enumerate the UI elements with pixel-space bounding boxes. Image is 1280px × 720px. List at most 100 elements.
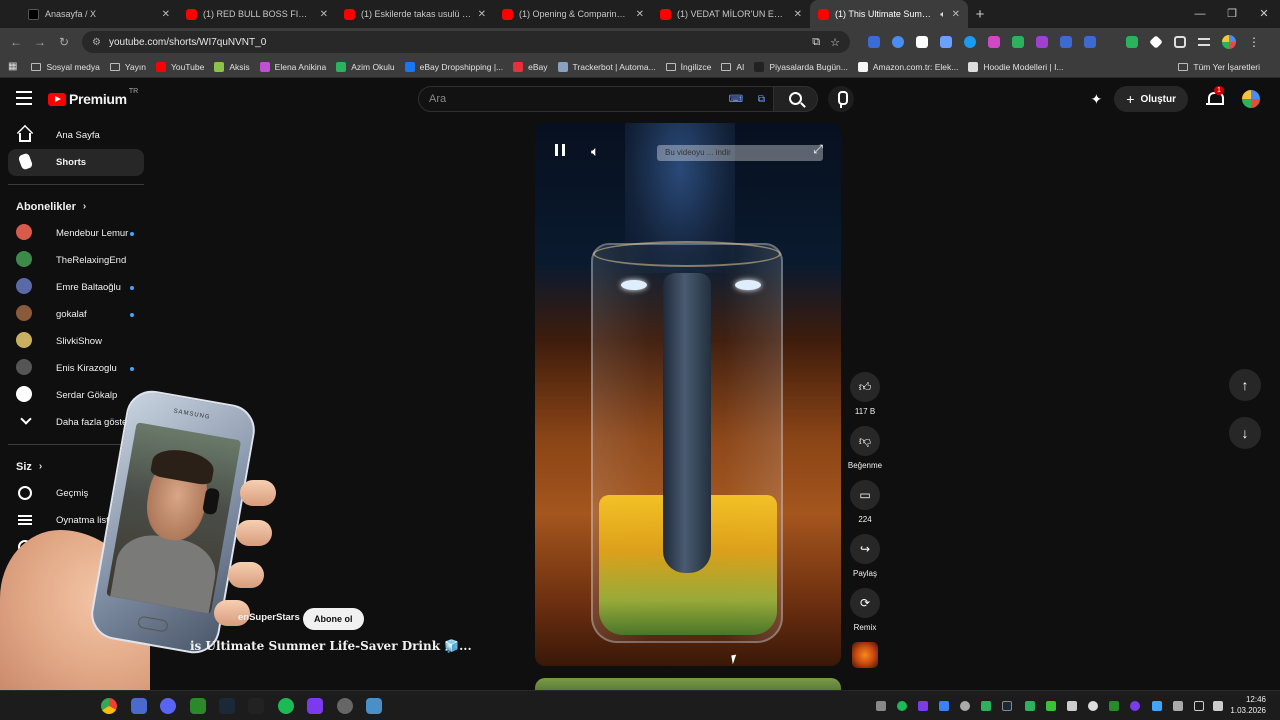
bookmark-item[interactable]: Trackerbot | Automa... xyxy=(557,61,656,72)
tray-icon[interactable] xyxy=(1067,701,1077,711)
search-button[interactable] xyxy=(774,86,818,112)
xbox-taskbar-icon[interactable] xyxy=(190,698,206,714)
bookmark-item[interactable]: Yayın xyxy=(109,62,146,72)
browser-tab[interactable]: (1) RED BULL BOSS FIGHT: ŞİM ✕ xyxy=(178,0,336,28)
app-taskbar-icon[interactable] xyxy=(131,698,147,714)
all-bookmarks-folder[interactable]: Tüm Yer İşaretleri xyxy=(1178,62,1260,72)
comment-icon[interactable]: ▭ xyxy=(850,480,880,510)
extensions-puzzle-icon[interactable] xyxy=(1174,36,1186,48)
url-bar[interactable]: ⚙ youtube.com/shorts/WI7quNVNT_0 ⧉ ☆ xyxy=(82,31,850,53)
browser-tab[interactable]: (1) Eskilerde takas usulü - YouT ✕ xyxy=(336,0,494,28)
tray-icon[interactable] xyxy=(1025,701,1035,711)
reload-button[interactable]: ↻ xyxy=(52,35,76,49)
youtube-premium-logo[interactable]: Premium TR xyxy=(48,88,138,107)
minimize-button[interactable]: — xyxy=(1184,0,1216,28)
tray-icon[interactable] xyxy=(1088,701,1098,711)
tray-icon[interactable] xyxy=(1109,701,1119,711)
extension-icon[interactable] xyxy=(916,36,928,48)
hamburger-menu-icon[interactable] xyxy=(16,91,32,105)
remix-action[interactable]: ⟳ Remix xyxy=(844,588,886,632)
speaker-icon[interactable]: 🔈︎ xyxy=(940,9,945,20)
bookmark-item[interactable]: Aksis xyxy=(214,61,250,72)
sparkle-icon[interactable]: ✦ xyxy=(1091,91,1103,108)
restore-button[interactable]: ❐ xyxy=(1216,0,1248,28)
shorts-video-player[interactable]: 🔈︎ Bu videoyu ... indir ⤢ xyxy=(535,123,841,666)
url-text[interactable]: youtube.com/shorts/WI7quNVNT_0 xyxy=(109,37,802,48)
media-controls-icon[interactable] xyxy=(1198,38,1210,46)
voice-search-icon[interactable] xyxy=(828,86,854,112)
comment-action[interactable]: ▭ 224 xyxy=(844,480,886,524)
bookmark-item[interactable]: Hoodie Modelleri | I... xyxy=(968,61,1064,72)
bookmark-item[interactable]: Azim Okulu xyxy=(336,61,395,72)
bookmark-star-icon[interactable]: ☆ xyxy=(830,36,840,49)
extension-icon[interactable] xyxy=(868,36,880,48)
chrome-taskbar-icon[interactable] xyxy=(101,698,117,714)
tray-icon[interactable] xyxy=(876,701,886,711)
close-tab-icon[interactable]: ✕ xyxy=(794,9,802,20)
site-info-icon[interactable]: ⚙ xyxy=(92,37,101,48)
close-window-button[interactable]: ✕ xyxy=(1248,0,1280,28)
pause-icon[interactable] xyxy=(555,144,565,156)
sidebar-item-subscription[interactable]: Enis Kirazoglu xyxy=(8,355,144,382)
monitor-tray-icon[interactable] xyxy=(1194,701,1204,711)
subscriptions-header[interactable]: Abonelikler › xyxy=(0,193,152,220)
subscribe-button[interactable]: Abone ol xyxy=(303,608,364,630)
extension-icon[interactable] xyxy=(964,36,976,48)
like-action[interactable]: 👍︎ 117 B xyxy=(844,372,886,416)
browser-tab[interactable]: Anasayfa / X ✕ xyxy=(20,0,178,28)
tray-icon[interactable] xyxy=(960,701,970,711)
bookmark-item[interactable]: AI xyxy=(721,62,744,72)
fullscreen-icon[interactable]: ⤢ xyxy=(813,142,823,157)
extension-icon[interactable] xyxy=(1036,36,1048,48)
forward-button[interactable]: → xyxy=(28,35,52,49)
taskbar-clock[interactable]: 12:46 1.03.2026 xyxy=(1230,694,1266,716)
search-input[interactable]: Ara ⌨ ⧉ xyxy=(418,86,774,112)
install-app-icon[interactable]: ⧉ xyxy=(812,36,820,49)
browser-tab[interactable]: (1) Opening & Comparing 1950 ✕ xyxy=(494,0,652,28)
profile-avatar[interactable] xyxy=(1222,35,1236,49)
like-icon[interactable]: 👍︎ xyxy=(850,372,880,402)
account-avatar[interactable] xyxy=(1240,88,1262,110)
close-tab-icon[interactable]: ✕ xyxy=(320,9,328,20)
previous-short-button[interactable]: ↑ xyxy=(1229,369,1261,401)
share-icon[interactable]: ↪ xyxy=(850,534,880,564)
bookmark-item[interactable]: YouTube xyxy=(155,61,204,72)
browser-tab[interactable]: (1) VEDAT MİLOR'UN EN İYİ LA ✕ xyxy=(652,0,810,28)
bookmark-item[interactable]: Amazon.com.tr: Elek... xyxy=(857,61,958,72)
extension-icon[interactable] xyxy=(1084,36,1096,48)
back-button[interactable]: ← xyxy=(4,35,28,49)
sidebar-item-shorts[interactable]: Shorts xyxy=(8,149,144,176)
sidebar-item-home[interactable]: Ana Sayfa xyxy=(8,122,144,149)
next-short-button[interactable]: ↓ xyxy=(1229,417,1261,449)
tray-icon[interactable] xyxy=(1046,701,1056,711)
tray-icon[interactable] xyxy=(918,701,928,711)
sidebar-item-subscription[interactable]: TheRelaxingEnd xyxy=(8,247,144,274)
tray-icon[interactable] xyxy=(1130,701,1140,711)
bookmark-item[interactable]: Elena Anikina xyxy=(259,61,326,72)
extension-icon[interactable] xyxy=(1060,36,1072,48)
screen-capture-icon[interactable]: ⧉ xyxy=(758,94,765,105)
dislike-action[interactable]: 👎︎ Beğenme xyxy=(844,426,886,470)
sidebar-item-subscription[interactable]: gokalaf xyxy=(8,301,144,328)
tray-icon[interactable] xyxy=(939,701,949,711)
extension-icon[interactable] xyxy=(940,36,952,48)
terminal-taskbar-icon[interactable] xyxy=(248,698,264,714)
browser-menu-icon[interactable]: ⋮ xyxy=(1248,35,1260,49)
browser-tab[interactable]: (1) This Ultimate Summer 🔈︎ ✕ xyxy=(810,0,968,28)
video-download-overlay[interactable]: Bu videoyu ... indir xyxy=(657,145,823,161)
extension-icon[interactable] xyxy=(988,36,1000,48)
video-title[interactable]: is Ultimate Summer Life-Saver Drink 🧊... xyxy=(190,639,472,653)
discord-taskbar-icon[interactable] xyxy=(160,698,176,714)
volume-icon[interactable]: 🔈︎ xyxy=(591,143,599,160)
extension-icon[interactable] xyxy=(1126,36,1138,48)
sidebar-item-subscription[interactable]: Emre Baltaoğlu xyxy=(8,274,144,301)
translate-icon[interactable]: ⌨ xyxy=(729,94,743,105)
bookmark-item[interactable]: Sosyal medya xyxy=(31,62,100,72)
microphone-tray-icon[interactable] xyxy=(1173,701,1183,711)
bookmark-item[interactable]: İngilizce xyxy=(665,62,711,72)
create-button[interactable]: + Oluştur xyxy=(1114,86,1188,112)
extension-icon[interactable] xyxy=(892,36,904,48)
bookmark-item[interactable]: eBay Dropshipping |... xyxy=(404,61,503,72)
bookmark-item[interactable]: eBay xyxy=(513,61,548,72)
extension-icon[interactable] xyxy=(1012,36,1024,48)
